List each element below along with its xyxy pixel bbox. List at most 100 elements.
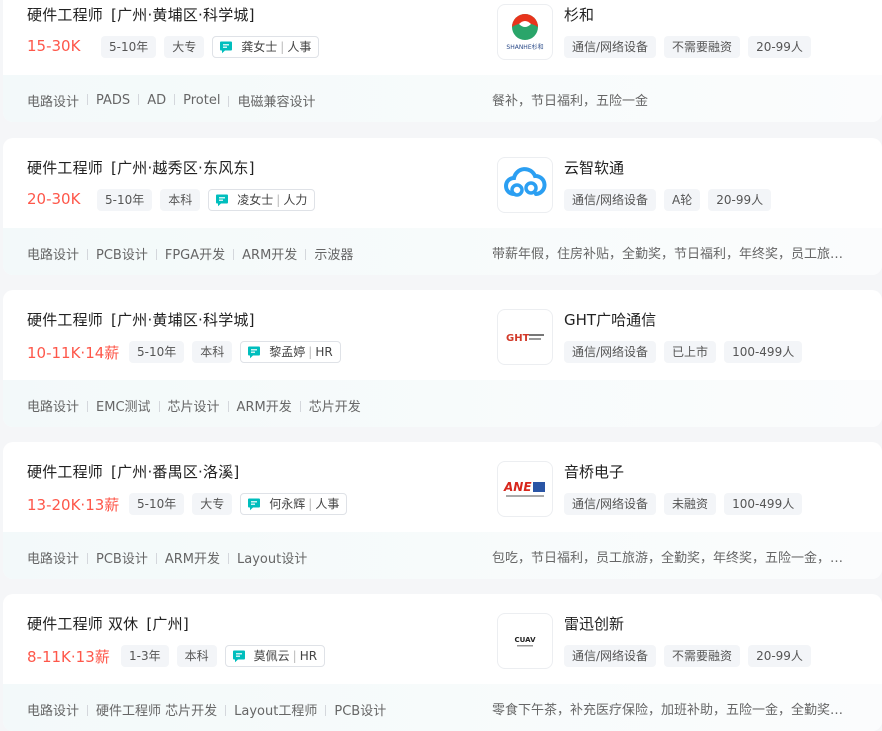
job-title-text: 硬件工程师 bbox=[27, 463, 104, 481]
company-name[interactable]: 音桥电子 bbox=[564, 461, 624, 482]
job-location: [广州·黄埔区·科学城] bbox=[111, 6, 255, 24]
svg-text:GHT: GHT bbox=[506, 333, 530, 344]
job-card-footer: 电路设计 PADS AD Protel 电磁兼容设计 餐补，节日福利，五险一金 bbox=[3, 75, 882, 122]
skill-tag: FPGA开发 bbox=[148, 244, 225, 263]
company-name[interactable]: 云智软通 bbox=[564, 157, 624, 178]
skill-tag: EMC测试 bbox=[79, 396, 151, 415]
company-tag: 20-99人 bbox=[748, 645, 811, 667]
skill-tag: Layout工程师 bbox=[217, 700, 317, 719]
recruiter-divider: | bbox=[308, 345, 313, 359]
job-card-footer: 电路设计 PCB设计 ARM开发 Layout设计 包吃，节日福利，员工旅游，全勤奖，年… bbox=[3, 532, 882, 579]
skill-tag: 电路设计 bbox=[27, 704, 80, 719]
company-logo[interactable] bbox=[497, 157, 553, 213]
skill-tag: 电磁兼容设计 bbox=[220, 91, 315, 110]
recruiter-chat-button[interactable]: 黎孟婷 | HR bbox=[240, 341, 341, 363]
chat-icon bbox=[220, 41, 233, 53]
benefits-text: 零食下午茶，补充医疗保险，加班补助，五险一金，全勤奖，节日福利 bbox=[492, 703, 844, 718]
experience-tag: 5-10年 bbox=[101, 36, 157, 58]
salary: 8-11K·13薪 bbox=[27, 648, 110, 666]
ane-logo: ANE bbox=[503, 480, 545, 497]
svg-text:ANE: ANE bbox=[503, 480, 532, 494]
skill-tag: 芯片开发 bbox=[292, 396, 361, 415]
recruiter-role: HR bbox=[315, 345, 333, 359]
company-tag: 通信/网络设备 bbox=[564, 493, 657, 515]
degree-tag: 本科 bbox=[160, 189, 201, 211]
job-title[interactable]: 硬件工程师 [广州·黄埔区·科学城] bbox=[27, 309, 255, 330]
company-logo[interactable]: SHANHE杉和 bbox=[497, 4, 553, 60]
job-card[interactable]: 硬件工程师 [广州·番禺区·洛溪] 13-20K·13薪 5-10年 大专 何永辉 | 人事 A… bbox=[3, 442, 882, 579]
skill-tag: 示波器 bbox=[297, 244, 353, 263]
chat-icon bbox=[248, 498, 261, 510]
recruiter-chat-button[interactable]: 莫佩云 | HR bbox=[224, 645, 326, 667]
company-name[interactable]: 杉和 bbox=[564, 4, 594, 25]
company-tag: 通信/网络设备 bbox=[564, 645, 657, 667]
job-card[interactable]: 硬件工程师 [广州·黄埔区·科学城] 15-30K 5-10年 大专 龚女士 | 人事 SHAN… bbox=[3, 0, 882, 122]
skill-tag: ARM开发 bbox=[225, 244, 297, 263]
recruiter-chat-button[interactable]: 凌女士 | 人力 bbox=[208, 189, 316, 211]
job-card[interactable]: 硬件工程师 [广州·越秀区·东风东] 20-30K 5-10年 本科 凌女士 | 人力 云智软通… bbox=[3, 138, 882, 275]
company-name[interactable]: 雷迅创新 bbox=[564, 613, 624, 634]
skill-tag: PCB设计 bbox=[317, 700, 386, 719]
degree-tag: 大专 bbox=[164, 36, 205, 58]
job-title-text: 硬件工程师 bbox=[27, 311, 104, 329]
skill-tag: PADS bbox=[79, 93, 130, 108]
job-card-top: 硬件工程师 双休 [广州] 8-11K·13薪 1-3年 本科 莫佩云 | HR CUAV 雷迅创… bbox=[3, 594, 882, 684]
skill-tags: 电路设计 PCB设计 FPGA开发 ARM开发 示波器 bbox=[27, 244, 353, 263]
degree-tag: 本科 bbox=[176, 645, 217, 667]
experience-tag: 5-10年 bbox=[129, 341, 185, 363]
skill-tag: ARM开发 bbox=[148, 548, 220, 567]
job-tags: 5-10年 大专 龚女士 | 人事 bbox=[101, 36, 320, 58]
company-tag: 100-499人 bbox=[724, 493, 803, 515]
company-tag: 20-99人 bbox=[748, 36, 811, 58]
company-tag: 不需要融资 bbox=[664, 36, 741, 58]
job-title[interactable]: 硬件工程师 [广州·越秀区·东风东] bbox=[27, 157, 255, 178]
recruiter-divider: | bbox=[280, 40, 285, 54]
salary: 15-30K bbox=[27, 37, 81, 55]
job-title[interactable]: 硬件工程师 [广州·黄埔区·科学城] bbox=[27, 4, 255, 25]
chat-icon bbox=[232, 650, 245, 662]
job-card[interactable]: 硬件工程师 [广州·黄埔区·科学城] 10-11K·14薪 5-10年 本科 黎孟婷 | HR… bbox=[3, 290, 882, 427]
chat-icon bbox=[216, 194, 229, 206]
job-card-footer: 电路设计 EMC测试 芯片设计 ARM开发 芯片开发 bbox=[3, 380, 882, 427]
job-tags: 5-10年 本科 黎孟婷 | HR bbox=[129, 341, 341, 363]
cuav-logo: CUAV bbox=[515, 636, 536, 647]
recruiter-chat-button[interactable]: 龚女士 | 人事 bbox=[212, 36, 320, 58]
experience-tag: 5-10年 bbox=[97, 189, 153, 211]
skill-tag: 电路设计 bbox=[27, 248, 80, 263]
skill-tag: ARM开发 bbox=[220, 396, 292, 415]
company-logo[interactable]: CUAV bbox=[497, 613, 553, 669]
benefits-text: 餐补，节日福利，五险一金 bbox=[492, 94, 649, 109]
salary: 10-11K·14薪 bbox=[27, 344, 120, 362]
job-title[interactable]: 硬件工程师 [广州·番禺区·洛溪] bbox=[27, 461, 239, 482]
company-tags: 通信/网络设备 不需要融资 20-99人 bbox=[564, 645, 811, 667]
company-logo[interactable]: GHT bbox=[497, 309, 553, 365]
job-card-top: 硬件工程师 [广州·越秀区·东风东] 20-30K 5-10年 本科 凌女士 | 人力 云智软通… bbox=[3, 138, 882, 228]
job-card[interactable]: 硬件工程师 双休 [广州] 8-11K·13薪 1-3年 本科 莫佩云 | HR CUAV 雷迅创… bbox=[3, 594, 882, 731]
skill-tag: AD bbox=[130, 93, 166, 108]
cloud-logo bbox=[504, 167, 547, 197]
company-tag: 100-499人 bbox=[724, 341, 803, 363]
skill-tags: 电路设计 硬件工程师 芯片开发 Layout工程师 PCB设计 bbox=[27, 700, 386, 719]
recruiter-name: 莫佩云 bbox=[253, 649, 290, 663]
company-tag: A轮 bbox=[664, 189, 701, 211]
job-title[interactable]: 硬件工程师 双休 [广州] bbox=[27, 613, 189, 634]
recruiter-role: HR bbox=[299, 649, 318, 663]
company-name[interactable]: GHT广哈通信 bbox=[564, 309, 656, 330]
company-tag: 20-99人 bbox=[708, 189, 772, 211]
recruiter-chat-button[interactable]: 何永辉 | 人事 bbox=[240, 493, 348, 515]
recruiter-role: 人事 bbox=[315, 497, 340, 511]
job-tags: 5-10年 大专 何永辉 | 人事 bbox=[129, 493, 348, 515]
company-tag: 通信/网络设备 bbox=[564, 341, 657, 363]
job-tags: 5-10年 本科 凌女士 | 人力 bbox=[97, 189, 316, 211]
job-title-text: 硬件工程师 bbox=[27, 6, 104, 24]
company-logo[interactable]: ANE bbox=[497, 461, 553, 517]
company-tags: 通信/网络设备 不需要融资 20-99人 bbox=[564, 36, 811, 58]
salary: 13-20K·13薪 bbox=[27, 496, 120, 514]
benefits-text: 带薪年假，住房补贴，全勤奖，节日福利，年终奖，员工旅游，定期体检 bbox=[492, 247, 844, 262]
degree-tag: 大专 bbox=[192, 493, 233, 515]
job-card-footer: 电路设计 硬件工程师 芯片开发 Layout工程师 PCB设计 零食下午茶，补充医疗保险… bbox=[3, 684, 882, 731]
recruiter-role: 人力 bbox=[283, 193, 308, 207]
recruiter-role: 人事 bbox=[287, 40, 312, 54]
skill-tag: 电路设计 bbox=[27, 400, 80, 415]
skill-tags: 电路设计 PADS AD Protel 电磁兼容设计 bbox=[27, 91, 315, 110]
